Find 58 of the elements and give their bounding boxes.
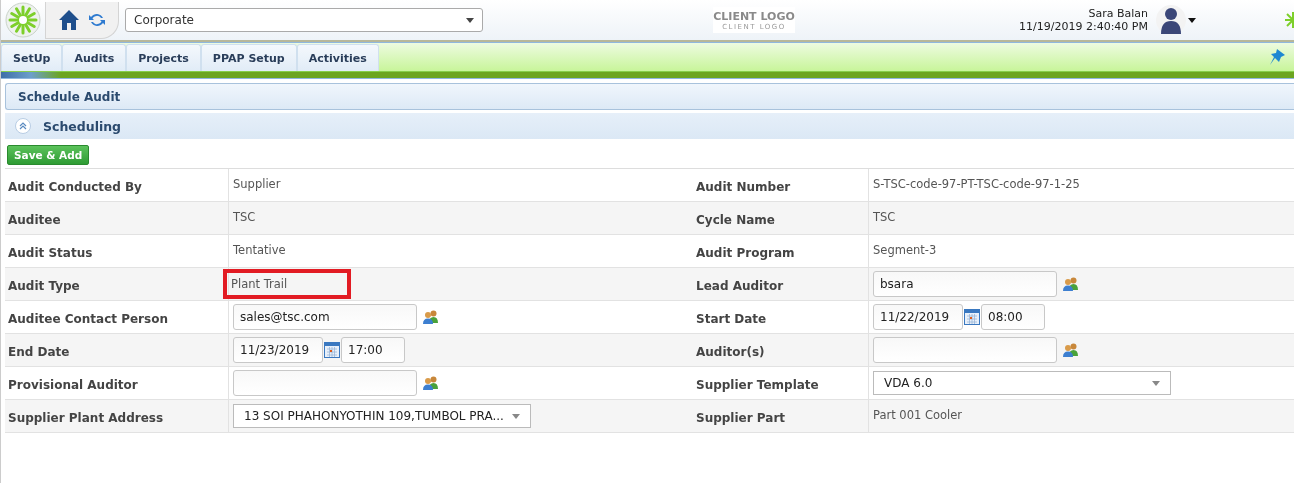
field-label: Lead Auditor [693, 268, 869, 300]
field-label: Auditor(s) [693, 334, 869, 366]
field-value: TSC [233, 210, 256, 224]
field-label: Supplier Part [693, 400, 869, 432]
logo-text: CLIENT LOGO [713, 9, 795, 23]
people-icon[interactable] [423, 310, 439, 324]
menu-tab[interactable]: Activities [296, 44, 379, 71]
date-time: 11/19/2019 2:40:40 PM [1019, 20, 1148, 33]
text-field[interactable]: bsara [873, 271, 1057, 297]
field-label: Audit Program [693, 235, 869, 267]
home-icon[interactable] [58, 8, 80, 31]
menu-tab[interactable]: Audits [62, 44, 127, 71]
field-label: Supplier Plant Address [5, 400, 229, 432]
field-label: Cycle Name [693, 202, 869, 234]
logo-icon [1284, 11, 1294, 29]
people-icon[interactable] [423, 376, 439, 390]
time-field[interactable]: 08:00 [981, 304, 1045, 330]
company-dropdown[interactable]: Corporate [125, 8, 483, 32]
field-value: Tentative [233, 243, 286, 257]
field-label: End Date [5, 334, 229, 366]
field-value: Supplier [233, 177, 281, 191]
dropdown[interactable]: VDA 6.0 [873, 371, 1171, 395]
field-value: Part 001 Cooler [873, 408, 963, 422]
avatar-icon[interactable] [1156, 5, 1186, 35]
field-value: Segment-3 [873, 243, 937, 257]
field-label: Auditee [5, 202, 229, 234]
date-field[interactable]: 11/23/2019 [233, 337, 323, 363]
field-label: Audit Status [5, 235, 229, 267]
date-field[interactable]: 11/22/2019 [873, 304, 963, 330]
people-icon[interactable] [1063, 343, 1079, 357]
dropdown[interactable]: 13 SOI PHAHONYOTHIN 109,TUMBOL PRA... [233, 404, 531, 428]
logo-icon[interactable] [5, 2, 41, 38]
caret-icon[interactable] [466, 17, 474, 23]
field-value: S-TSC-code-97-PT-TSC-code-97-1-25 [873, 177, 1080, 191]
menu-tab[interactable]: Projects [126, 44, 201, 71]
people-icon[interactable] [1063, 277, 1079, 291]
page-title: Schedule Audit [5, 83, 1294, 110]
pin-icon[interactable] [1268, 48, 1286, 66]
field-label: Start Date [693, 301, 869, 333]
field-value: TSC [873, 210, 896, 224]
collapse-icon[interactable] [15, 118, 31, 134]
field-label: Supplier Template [693, 367, 869, 399]
field-label: Provisional Auditor [5, 367, 229, 399]
time-field[interactable]: 17:00 [341, 337, 405, 363]
calendar-icon[interactable] [964, 309, 980, 325]
calendar-icon[interactable] [324, 342, 340, 358]
field-label: Audit Conducted By [5, 169, 229, 201]
caret-icon[interactable] [1188, 17, 1196, 23]
text-field[interactable] [233, 370, 417, 396]
menu-tab[interactable]: PPAP Setup [200, 44, 297, 71]
text-field[interactable] [873, 337, 1057, 363]
menu-tab[interactable]: SetUp [1, 44, 63, 71]
field-label: Audit Type [5, 268, 229, 300]
field-label: Audit Number [693, 169, 869, 201]
text-field[interactable]: sales@tsc.com [233, 304, 417, 330]
user-name: Sara Balan [1088, 7, 1148, 20]
field-label: Auditee Contact Person [5, 301, 229, 333]
section-title: Scheduling [43, 118, 122, 134]
